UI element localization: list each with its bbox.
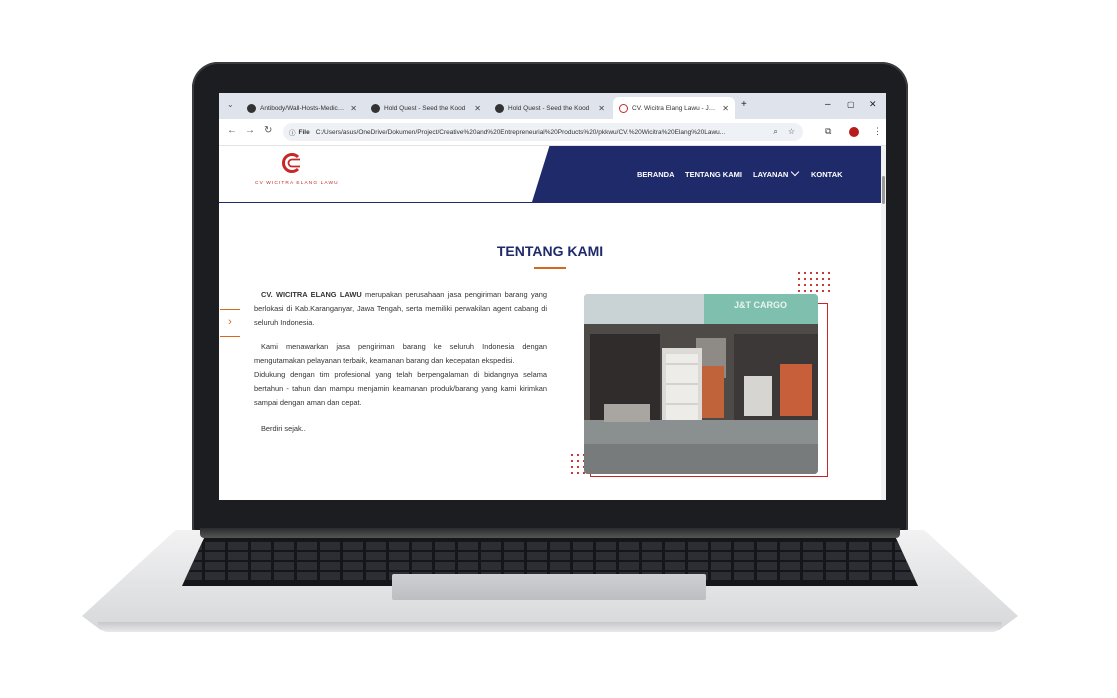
maximize-button[interactable]: ▢ [847,100,855,109]
about-paragraph-1: CV. WICITRA ELANG LAWU merupakan perusah… [254,290,547,327]
new-tab-button[interactable]: + [741,99,747,110]
github-icon [495,103,504,113]
nav-kontak[interactable]: KONTAK [811,170,843,179]
minimize-button[interactable]: – [825,99,831,110]
browser-tab-active[interactable]: CV. Wicitra Elang Lawu - Jasa P ✕ [613,97,735,119]
close-window-button[interactable]: ✕ [869,99,877,110]
back-icon[interactable]: ← [227,125,237,136]
github-icon [371,103,380,113]
reload-icon[interactable]: ↻ [264,125,272,136]
about-paragraph-4: Berdiri sejak.. [261,424,306,433]
extensions-icon[interactable]: ⧉ [825,126,831,137]
zoom-icon[interactable]: ⌕ [773,127,777,137]
about-paragraph-2: Kami menawarkan jasa pengiriman barang k… [254,340,547,410]
close-tab-icon[interactable]: ✕ [474,104,481,113]
nav-beranda[interactable]: BERANDA [637,170,675,179]
close-tab-icon[interactable]: ✕ [598,104,605,113]
close-tab-icon[interactable]: ✕ [722,104,729,113]
url-text: C:/Users/asus/OneDrive/Dokumen/Project/C… [315,128,726,136]
scrollbar-thumb[interactable] [882,176,885,204]
nav-layanan[interactable]: LAYANAN [753,167,800,179]
info-icon: ⓘ [289,130,296,137]
company-logo-icon[interactable] [281,152,303,174]
address-bar[interactable]: ⓘ File C:/Users/asus/OneDrive/Dokumen/Pr… [283,123,803,141]
browser-toolbar: ← → ↻ ⓘ File C:/Users/asus/OneDrive/Doku… [219,119,886,146]
site-header: CV WICITRA ELANG LAWU BERANDA TENTANG KA… [219,146,881,203]
bookmark-star-icon[interactable]: ☆ [788,127,795,137]
close-tab-icon[interactable]: ✕ [350,104,357,113]
url-scheme: File [298,128,310,136]
profile-avatar[interactable] [849,127,859,137]
laptop-base-edge [98,622,1002,632]
forward-icon[interactable]: → [245,125,255,136]
menu-kebab-icon[interactable]: ⋮ [873,126,882,137]
laptop-hinge [200,528,900,538]
laptop-trackpad [392,574,706,600]
chevron-right-icon: › [228,316,232,328]
browser-tab[interactable]: Antibody/Wall-Hosts-Medicaid/ ✕ [241,97,363,119]
laptop-screen: ⌄ Antibody/Wall-Hosts-Medicaid/ ✕ Hold Q… [219,93,886,500]
warehouse-photo: J&T CARGO [584,294,818,474]
side-slide-toggle[interactable]: › [220,309,240,337]
web-page: CV WICITRA ELANG LAWU BERANDA TENTANG KA… [219,146,886,500]
photo-sign: J&T CARGO [734,300,787,310]
title-underline [534,267,566,269]
site-favicon-icon [619,103,628,113]
github-icon [247,103,256,113]
browser-tab[interactable]: Hold Quest - Seed the Kood ✕ [489,97,611,119]
company-name: CV. WICITRA ELANG LAWU [261,290,362,299]
browser-tab-bar: ⌄ Antibody/Wall-Hosts-Medicaid/ ✕ Hold Q… [219,93,886,119]
decor-dots-top [796,270,830,292]
tab-search-icon[interactable]: ⌄ [227,100,234,109]
browser-tab[interactable]: Hold Quest - Seed the Kood ✕ [365,97,487,119]
nav-tentang-kami[interactable]: TENTANG KAMI [685,170,742,179]
about-paragraph-3: Didukung dengan tim profesional yang tel… [254,370,547,407]
section-title: TENTANG KAMI [496,243,604,259]
logo-text: CV WICITRA ELANG LAWU [255,181,339,186]
chevron-down-icon [791,167,800,177]
